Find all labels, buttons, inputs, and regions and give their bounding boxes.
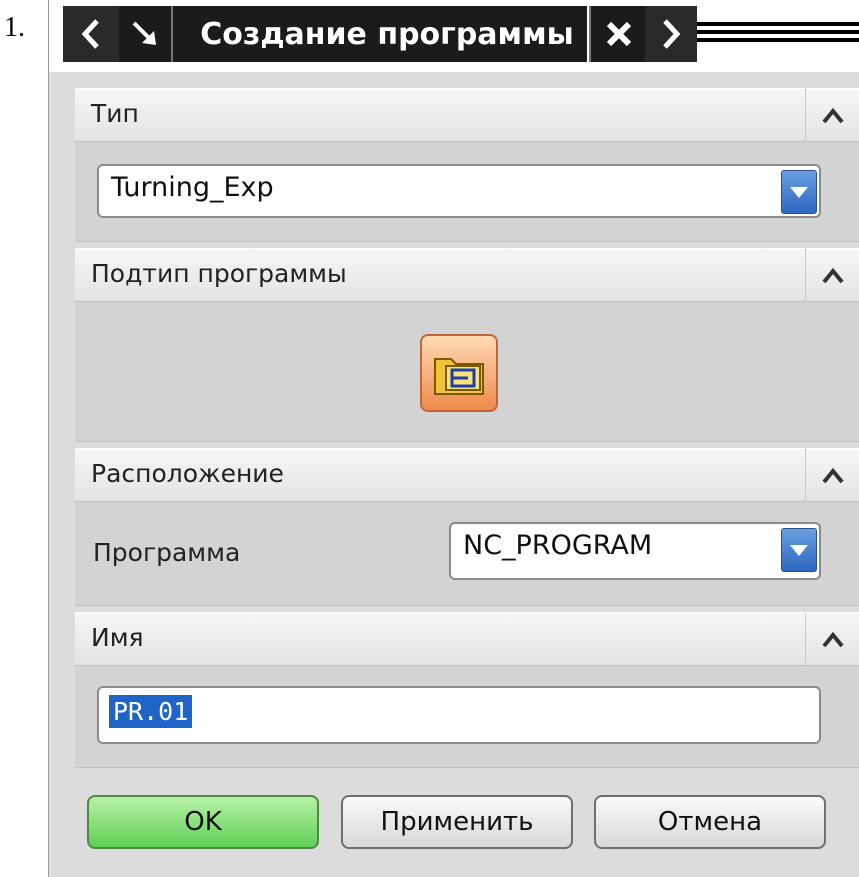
- title-bar: Создание программы: [49, 0, 859, 72]
- dialog-title: Создание программы: [173, 6, 587, 62]
- program-dropdown-arrow[interactable]: [781, 528, 817, 572]
- apply-button[interactable]: Применить: [341, 795, 573, 849]
- forward-button[interactable]: [645, 6, 697, 62]
- collapse-button-type[interactable]: [805, 89, 859, 142]
- program-subtype-button[interactable]: [420, 334, 498, 412]
- section-header-subtype[interactable]: Подтип программы: [75, 248, 859, 302]
- chevron-down-icon: [790, 187, 808, 198]
- program-label: Программа: [93, 538, 241, 567]
- section-header-name[interactable]: Имя: [75, 612, 859, 666]
- section-label-subtype: Подтип программы: [91, 259, 347, 288]
- close-button[interactable]: [589, 6, 647, 62]
- chevron-right-icon: [663, 19, 681, 49]
- chevron-up-icon: [822, 631, 844, 647]
- name-input[interactable]: PR.01: [97, 686, 821, 744]
- section-header-type[interactable]: Тип: [75, 88, 859, 142]
- collapse-button-name[interactable]: [805, 613, 859, 666]
- chevron-up-icon: [822, 107, 844, 123]
- type-dropdown[interactable]: Turning_Exp: [97, 164, 821, 218]
- section-body-subtype: [75, 302, 859, 442]
- section-label-name: Имя: [91, 623, 144, 652]
- back-button[interactable]: [63, 6, 120, 62]
- section-label-location: Расположение: [91, 459, 284, 488]
- title-bar-rule: [697, 22, 859, 46]
- type-dropdown-value: Turning_Exp: [111, 172, 274, 203]
- section-body-location: Программа NC_PROGRAM: [75, 502, 859, 606]
- type-dropdown-arrow[interactable]: [781, 170, 817, 214]
- ok-button[interactable]: OK: [87, 795, 319, 849]
- chevron-down-icon: [790, 545, 808, 556]
- cancel-button[interactable]: Отмена: [594, 795, 826, 849]
- program-dropdown[interactable]: NC_PROGRAM: [449, 522, 821, 580]
- section-header-location[interactable]: Расположение: [75, 448, 859, 502]
- program-folder-icon: [434, 358, 484, 395]
- section-body-type: Turning_Exp: [75, 142, 859, 242]
- pin-arrow-icon: [132, 21, 156, 45]
- pin-button[interactable]: [119, 6, 173, 62]
- chevron-up-icon: [822, 467, 844, 483]
- collapse-button-location[interactable]: [805, 449, 859, 502]
- section-body-name: PR.01: [75, 666, 859, 768]
- chevron-left-icon: [81, 19, 99, 49]
- program-dropdown-value: NC_PROGRAM: [463, 530, 653, 561]
- create-program-dialog: Создание программы Тип Turning_Exp Подти…: [48, 0, 859, 877]
- list-marker: 1.: [4, 12, 25, 43]
- close-icon: [606, 21, 632, 47]
- name-input-value: PR.01: [109, 695, 193, 728]
- chevron-up-icon: [822, 267, 844, 283]
- section-label-type: Тип: [91, 99, 139, 128]
- collapse-button-subtype[interactable]: [805, 249, 859, 302]
